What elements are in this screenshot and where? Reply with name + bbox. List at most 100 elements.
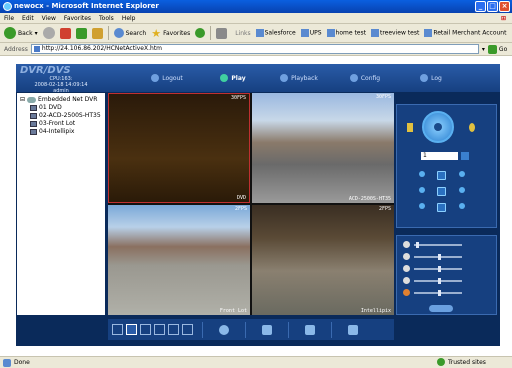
go-button[interactable]: Go	[487, 44, 507, 54]
stop-icon[interactable]	[59, 27, 71, 39]
camera-icon	[30, 104, 37, 111]
iris-open-icon[interactable]	[419, 203, 425, 209]
zoom-out-icon[interactable]	[459, 171, 465, 177]
address-dropdown-icon[interactable]: ▾	[482, 46, 485, 53]
view-toolbar	[108, 319, 394, 340]
link-retail-merchant[interactable]: Retail Merchant Account	[424, 29, 506, 37]
video-channel-4[interactable]: 2FPS Intellipix	[252, 205, 394, 315]
page-content: DVR/DVS CPU:163: 2008-02-18 14:09:14 adm…	[0, 56, 512, 356]
link-salesforce[interactable]: Salesforce	[255, 29, 296, 37]
tab-logout[interactable]: Logout	[134, 72, 200, 84]
ptz-speed-button[interactable]	[461, 152, 469, 160]
link-ups[interactable]: UPS	[300, 29, 322, 37]
menu-bar: File Edit View Favorites Tools Help ⊞	[0, 13, 512, 24]
address-input[interactable]: http://24.106.86.202/HCNetActiveX.htm	[30, 44, 479, 54]
tree-camera-3[interactable]: 03-Front Lot	[30, 120, 102, 127]
security-zone: Trusted sites	[437, 358, 486, 366]
menu-edit[interactable]: Edit	[22, 15, 34, 22]
print-icon[interactable]	[216, 27, 228, 39]
saturation-icon	[403, 277, 410, 284]
camera-icon	[30, 112, 37, 119]
home-icon[interactable]	[91, 27, 103, 39]
video-channel-1[interactable]: 30FPS DVD	[108, 93, 250, 203]
back-button[interactable]: Back ▾	[4, 27, 38, 39]
tab-config[interactable]: Config	[332, 72, 398, 84]
tree-camera-4[interactable]: 04-Intellipix	[30, 128, 102, 135]
focus-icon	[437, 187, 446, 196]
tree-camera-1[interactable]: 01 DVD	[30, 104, 102, 111]
close-button[interactable]: ×	[499, 1, 510, 12]
favorites-button[interactable]: ★ Favorites	[151, 27, 190, 40]
link-treeview-test[interactable]: treeview test	[370, 29, 419, 37]
video-channel-3[interactable]: 2FPS Front Lot	[108, 205, 250, 315]
refresh-icon[interactable]	[75, 27, 87, 39]
light-icon[interactable]	[469, 123, 475, 132]
history-icon[interactable]	[195, 28, 206, 38]
volume-slider[interactable]	[414, 241, 462, 248]
video-channel-2[interactable]: 30FPS ACD-2500S-HT35	[252, 93, 394, 203]
address-bar: Address http://24.106.86.202/HCNetActive…	[0, 43, 512, 56]
camera-icon	[30, 128, 37, 135]
channel-caption: Intellipix	[360, 308, 391, 314]
tree-camera-2[interactable]: 02-ACD-2500S-HT35	[30, 112, 102, 119]
menu-help[interactable]: Help	[122, 15, 136, 22]
saturation-slider[interactable]	[414, 277, 462, 284]
contrast-slider[interactable]	[414, 265, 462, 272]
minimize-button[interactable]: _	[475, 1, 486, 12]
playback-icon	[280, 74, 289, 82]
layout-8-icon[interactable]	[154, 324, 165, 335]
record-icon[interactable]	[305, 324, 315, 335]
window-title: newocx - Microsoft Internet Explorer	[14, 2, 159, 10]
ptz-direction-pad[interactable]	[422, 111, 454, 143]
maximize-button[interactable]: □	[487, 1, 498, 12]
config-icon	[349, 74, 358, 82]
dvr-info: DVR/DVS CPU:163: 2008-02-18 14:09:14 adm…	[20, 65, 102, 94]
trusted-sites-icon	[437, 358, 445, 366]
windows-logo-icon: ⊞	[500, 14, 506, 22]
iris-close-icon[interactable]	[459, 203, 465, 209]
layout-1-icon[interactable]	[112, 324, 123, 335]
layout-4-icon[interactable]	[126, 324, 137, 335]
page-icon	[326, 29, 335, 37]
ptz-panel: 1	[396, 104, 497, 228]
iris-icon	[437, 203, 446, 212]
brightness-slider[interactable]	[414, 253, 462, 260]
window-titlebar: newocx - Microsoft Internet Explorer _ □…	[0, 0, 512, 13]
channel-caption: ACD-2500S-HT35	[348, 196, 391, 202]
address-label: Address	[4, 45, 28, 53]
fps-label: 2FPS	[234, 206, 247, 212]
hue-slider[interactable]	[414, 289, 462, 296]
layout-16-icon[interactable]	[182, 324, 193, 335]
wiper-icon[interactable]	[407, 123, 413, 132]
link-home-test[interactable]: home test	[326, 29, 366, 37]
stop-all-icon[interactable]	[219, 324, 229, 335]
links-label: Links	[235, 29, 251, 37]
menu-view[interactable]: View	[42, 15, 56, 22]
zoom-in-icon[interactable]	[419, 171, 425, 177]
contrast-icon	[403, 265, 410, 272]
search-button[interactable]: Search	[113, 28, 146, 38]
dvr-title: DVR/DVS	[20, 65, 71, 76]
menu-tools[interactable]: Tools	[99, 15, 114, 22]
page-icon	[370, 29, 379, 37]
menu-file[interactable]: File	[4, 15, 14, 22]
dvr-viewer: DVR/DVS CPU:163: 2008-02-18 14:09:14 adm…	[16, 64, 500, 346]
layout-9-icon[interactable]	[168, 324, 179, 335]
tab-log[interactable]: Log	[398, 72, 464, 84]
menu-favorites[interactable]: Favorites	[64, 15, 91, 22]
favorites-label: Favorites	[163, 29, 191, 37]
tab-play[interactable]: Play	[200, 72, 266, 84]
ie-logo-icon	[3, 2, 12, 11]
capture-icon[interactable]	[262, 324, 272, 335]
camera-icon	[30, 120, 37, 127]
focus-far-icon[interactable]	[459, 187, 465, 193]
forward-button[interactable]	[42, 27, 55, 39]
talk-icon[interactable]	[348, 324, 358, 335]
default-button[interactable]	[429, 305, 453, 312]
tree-root[interactable]: ⊟ Embedded Net DVR	[20, 96, 102, 103]
go-arrow-icon	[487, 44, 497, 54]
ptz-speed-input[interactable]: 1	[421, 152, 458, 160]
tab-playback[interactable]: Playback	[266, 72, 332, 84]
layout-6-icon[interactable]	[140, 324, 151, 335]
focus-near-icon[interactable]	[419, 187, 425, 193]
